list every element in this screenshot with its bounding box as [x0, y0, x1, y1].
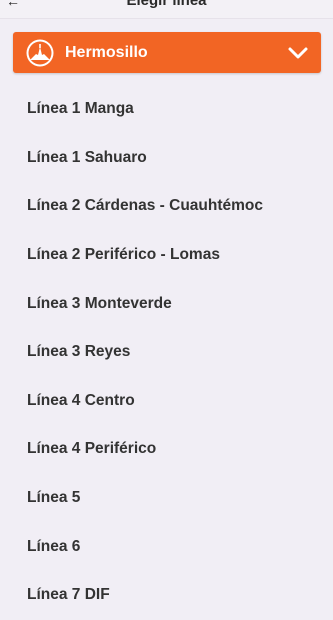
app-header: ← Elegir línea	[0, 0, 333, 19]
city-selected-value: Hermosillo	[65, 44, 148, 61]
line-item[interactable]: Línea 3 Monteverde	[0, 279, 333, 328]
line-item[interactable]: Línea 3 Reyes	[0, 328, 333, 377]
page-title: Elegir línea	[126, 0, 207, 9]
line-item[interactable]: Línea 2 Periférico - Lomas	[0, 231, 333, 280]
line-item[interactable]: Línea 4 Periférico	[0, 425, 333, 474]
line-item[interactable]: Línea 1 Manga	[0, 85, 333, 134]
line-item[interactable]: Línea 2 Cárdenas - Cuauhtémoc	[0, 182, 333, 231]
chevron-down-icon	[288, 47, 308, 58]
line-item[interactable]: Línea 1 Sahuaro	[0, 134, 333, 183]
line-item[interactable]: Línea 7 DIF	[0, 571, 333, 620]
line-item[interactable]: Línea 5	[0, 474, 333, 523]
line-item[interactable]: Línea 4 Centro	[0, 377, 333, 426]
city-logo-icon	[26, 39, 54, 66]
city-dropdown[interactable]: Hermosillo	[13, 32, 321, 73]
line-item[interactable]: Línea 6	[0, 522, 333, 571]
line-list: Línea 1 Manga Línea 1 Sahuaro Línea 2 Cá…	[0, 85, 333, 620]
